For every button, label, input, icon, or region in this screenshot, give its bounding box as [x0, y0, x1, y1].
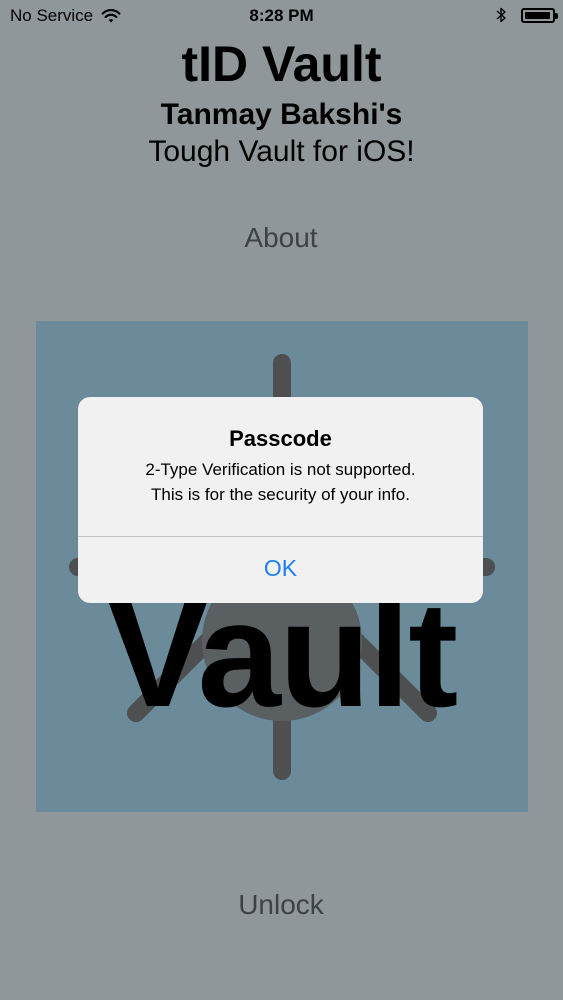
alert-message-line-1: 2-Type Verification is not supported. [145, 460, 416, 479]
about-button[interactable]: About [181, 216, 381, 260]
battery-fill [525, 11, 550, 19]
alert-message-line-2: This is for the security of your info. [151, 485, 410, 504]
passcode-alert: Passcode 2-Type Verification is not supp… [78, 397, 483, 603]
status-right [495, 6, 558, 24]
alert-message: 2-Type Verification is not supported. Th… [88, 457, 473, 507]
status-time: 8:28 PM [249, 6, 314, 25]
battery-icon [521, 7, 558, 23]
unlock-button[interactable]: Unlock [181, 882, 381, 928]
app-subtitle: Tanmay Bakshi's [160, 98, 403, 131]
app-title: tID Vault [181, 36, 382, 92]
alert-ok-button[interactable]: OK [78, 537, 483, 603]
battery-nub [555, 12, 558, 19]
app-tagline: Tough Vault for iOS! [148, 135, 415, 168]
alert-title: Passcode [229, 426, 332, 451]
status-bar: No Service 8:28 PM [0, 0, 563, 32]
bluetooth-icon [496, 7, 506, 23]
